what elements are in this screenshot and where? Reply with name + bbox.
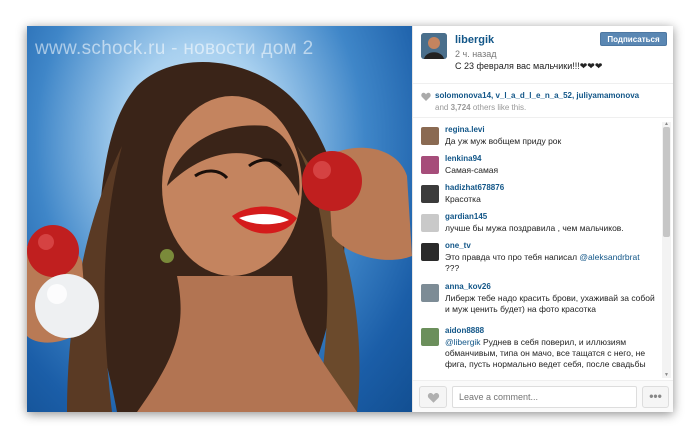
comment-text: Это правда что про тебя написал @aleksan… (445, 252, 657, 274)
comment-footer: ••• (413, 380, 673, 412)
comment-text: @libergik Руднев в себя поверил, и иллюз… (445, 337, 657, 370)
comment-mention[interactable]: @aleksandrbrat (579, 252, 639, 262)
more-options-button[interactable]: ••• (642, 386, 669, 408)
comment-text: Да уж муж вобщем приду рок (445, 136, 562, 146)
commenter-avatar[interactable] (421, 185, 439, 203)
comment-text: лучше бы мужа поздравила , чем мальчиков… (445, 223, 624, 233)
photo-illustration (27, 62, 412, 412)
scroll-down-arrow-icon[interactable]: ▼ (663, 373, 670, 378)
post-timestamp: 2 ч. назад (455, 49, 497, 59)
likers-list[interactable]: solomonova14, v_l_a_d_l_e_n_a_52, juliya… (435, 91, 639, 100)
likes-others-label: others like this. (472, 103, 527, 112)
likes-section: solomonova14, v_l_a_d_l_e_n_a_52, juliya… (413, 84, 673, 118)
comment-input[interactable] (452, 386, 637, 408)
comment-text-tail: ??? (445, 263, 460, 273)
commenter-username[interactable]: hadizhat678876 (445, 183, 504, 192)
author-avatar[interactable] (421, 33, 447, 59)
comment-text: Красотка (445, 194, 481, 204)
post-caption: С 23 февраля вас мальчики!!!❤❤❤ (455, 61, 603, 71)
author-avatar-image (421, 33, 447, 59)
post-side-panel: libergik 2 ч. назад С 23 февраля вас мал… (412, 26, 673, 412)
commenter-avatar[interactable] (421, 127, 439, 145)
follow-button[interactable]: Подписаться (600, 32, 667, 46)
comment-text: Либерж тебе надо красить брови, ухаживай… (445, 293, 655, 314)
likes-count-line: and 3,724 others like this. (435, 103, 526, 112)
commenter-username[interactable]: aidon8888 (445, 326, 484, 335)
likes-heart-icon (421, 92, 431, 101)
instagram-post-window: www.schock.ru - новости дом 2 libergik 2… (27, 26, 673, 412)
heart-icon (427, 392, 440, 403)
commenter-avatar[interactable] (421, 328, 439, 346)
commenter-username[interactable]: regina.levi (445, 125, 485, 134)
commenter-avatar[interactable] (421, 214, 439, 232)
likes-and-label: and (435, 103, 449, 112)
commenter-avatar[interactable] (421, 243, 439, 261)
commenter-avatar[interactable] (421, 284, 439, 302)
comment-mention[interactable]: @libergik (445, 337, 481, 347)
comment-text-body: Это правда что про тебя написал (445, 252, 578, 262)
commenter-username[interactable]: anna_kov26 (445, 282, 491, 291)
commenter-username[interactable]: gardian145 (445, 212, 487, 221)
comments-list: regina.levi Да уж муж вобщем приду рок l… (413, 121, 661, 379)
commenter-avatar[interactable] (421, 156, 439, 174)
likes-count: 3,724 (450, 103, 471, 112)
like-button[interactable] (419, 386, 447, 408)
commenter-username[interactable]: lenkina94 (445, 154, 481, 163)
comment-text: Самая-самая (445, 165, 499, 175)
comments-scroll-thumb[interactable] (663, 127, 670, 237)
author-username[interactable]: libergik (455, 34, 494, 46)
post-header: libergik 2 ч. назад С 23 февраля вас мал… (413, 26, 673, 84)
commenter-username[interactable]: one_tv (445, 241, 471, 250)
post-photo[interactable]: www.schock.ru - новости дом 2 (27, 26, 412, 412)
photo-watermark: www.schock.ru - новости дом 2 (35, 38, 314, 59)
